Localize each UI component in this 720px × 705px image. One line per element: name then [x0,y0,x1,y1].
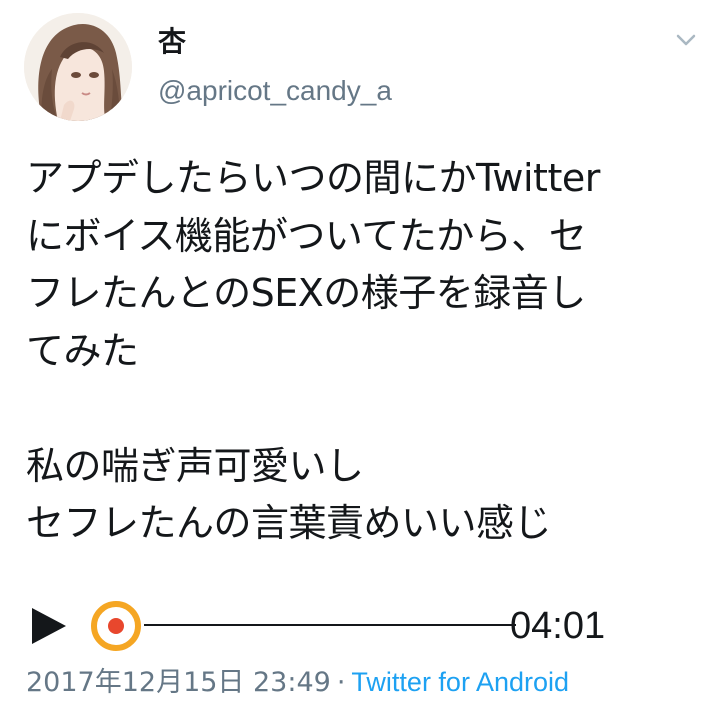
tweet-card: 杏 @apricot_candy_a アプデしたらいつの間にかTwitter に… [0,0,720,705]
tweet-text-line: 私の喘ぎ声可愛いし [26,443,364,488]
audio-player: 04:01 [26,598,696,654]
scrub-track[interactable] [144,624,516,626]
play-icon[interactable] [30,606,68,646]
meta-separator: · [336,667,346,698]
avatar[interactable] [24,13,132,121]
tweet-text-line: フレたんとのSEXの様子を録音し [26,271,586,315]
tweet-meta: 2017年12月15日 23:49 · Twitter for Android [26,664,569,701]
display-name[interactable]: 杏 [158,24,186,60]
tweet-text-line: にボイス機能がついてたから、セ [26,213,587,258]
avatar-illustration [24,13,132,121]
tweet-timestamp[interactable]: 2017年12月15日 23:49 [26,667,331,698]
tweet-text-line: アプデしたらいつの間にかTwitter [26,156,600,200]
tweet-source-link[interactable]: Twitter for Android [351,667,569,697]
chevron-down-icon[interactable] [672,30,700,50]
scrub-knob-icon[interactable] [88,598,144,654]
tweet-text: アプデしたらいつの間にかTwitter にボイス機能がついてたから、セ フレたん… [26,150,696,553]
user-handle[interactable]: @apricot_candy_a [158,73,392,109]
tweet-text-line: てみた [26,328,139,373]
tweet-text-line: セフレたんの言葉責めいい感じ [26,501,552,545]
audio-duration: 04:01 [510,605,606,647]
